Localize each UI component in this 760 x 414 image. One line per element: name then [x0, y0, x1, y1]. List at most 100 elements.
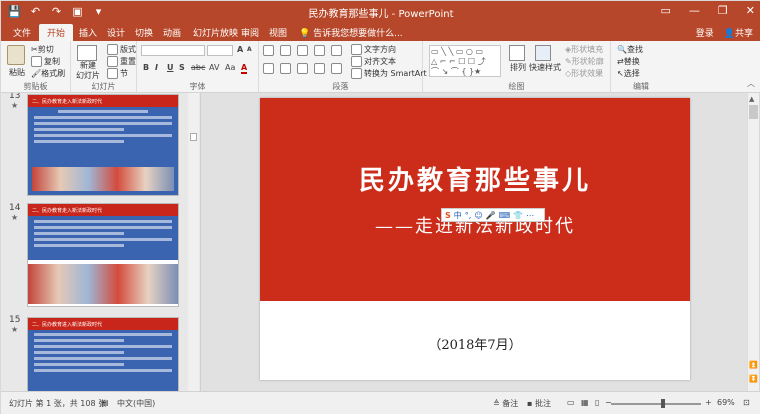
zoom-slider-knob[interactable] — [661, 399, 665, 408]
zoom-level[interactable]: 69% — [717, 398, 735, 407]
font-color-button[interactable]: A — [241, 63, 248, 74]
arrange-icon[interactable] — [509, 45, 525, 61]
shape-outline-button[interactable]: ✎形状轮廓 — [565, 56, 604, 67]
thumb-header: 二、民办教育进入新法新政时代 — [28, 318, 178, 330]
arrange-label[interactable]: 排列 — [507, 63, 529, 73]
thumbnails-scroll-thumb[interactable] — [190, 133, 197, 141]
comments-button[interactable]: ▪ 批注 — [527, 398, 551, 409]
prev-slide-icon[interactable]: ⏫ — [749, 361, 758, 369]
paste-label[interactable]: 粘贴 — [5, 68, 29, 78]
slide-thumbnail-15[interactable]: 二、民办教育进入新法新政时代 — [27, 317, 179, 391]
paste-icon[interactable] — [7, 45, 25, 65]
ime-keyboard-icon[interactable]: ⌨ — [499, 211, 511, 220]
tab-transitions[interactable]: 切换 — [135, 26, 153, 39]
normal-view-icon[interactable]: ▭ — [567, 398, 575, 407]
layout-button[interactable]: 版式 — [107, 44, 136, 55]
slide-sorter-icon[interactable]: ▦ — [581, 398, 589, 407]
spellcheck-icon[interactable]: ▤ — [101, 398, 109, 407]
tab-file[interactable]: 文件 — [13, 26, 31, 39]
font-size-combo[interactable] — [207, 45, 233, 56]
ime-more-icon[interactable]: ⋯ — [526, 211, 534, 220]
select-button[interactable]: ↖选择 — [617, 68, 640, 79]
align-left-icon[interactable] — [263, 63, 274, 74]
copy-button[interactable]: 复制 — [31, 56, 60, 67]
ime-toolbar[interactable]: S 中 °, ☺ 🎤 ⌨ 👕 ⋯ — [441, 208, 545, 222]
shapes-gallery[interactable]: ▭ ╲ ╲ ▭ ○ ▭ △ ⌐ ⌐ ☐ ☐ ⤴ ⌒ ↘ ⌒ { }★ — [429, 45, 501, 77]
new-slide-label[interactable]: 新建 幻灯片 — [73, 61, 103, 81]
tab-animations[interactable]: 动画 — [163, 26, 181, 39]
ime-skin-icon[interactable]: 👕 — [513, 211, 523, 220]
find-button[interactable]: 🔍查找 — [617, 44, 643, 55]
tab-view[interactable]: 视图 — [269, 26, 287, 39]
columns-icon[interactable] — [331, 63, 342, 74]
scroll-up-icon[interactable]: ▲ — [749, 95, 754, 103]
quick-styles-label[interactable]: 快速样式 — [527, 63, 563, 73]
restore-icon[interactable]: ❐ — [718, 4, 728, 17]
shape-fill-button[interactable]: ◈形状填充 — [565, 44, 603, 55]
smartart-button[interactable]: 转换为 SmartArt — [351, 68, 427, 79]
slide-thumbnail-13[interactable]: 二、民办教育走入新法新政时代 — [27, 94, 179, 196]
next-slide-icon[interactable]: ⏬ — [749, 375, 758, 383]
font-name-combo[interactable] — [141, 45, 205, 56]
cut-button[interactable]: ✂剪切 — [31, 44, 54, 55]
quick-styles-icon[interactable] — [535, 45, 551, 61]
reading-view-icon[interactable]: ▯ — [595, 398, 599, 407]
align-center-icon[interactable] — [280, 63, 291, 74]
replace-button[interactable]: ⇄替换 — [617, 56, 640, 67]
close-icon[interactable]: ✕ — [746, 4, 755, 17]
ribbon-options-icon[interactable]: ▭ — [661, 4, 671, 17]
increase-indent-icon[interactable] — [314, 45, 325, 56]
slide-date[interactable]: （2018年7月） — [260, 334, 690, 353]
tab-home[interactable]: 开始 — [39, 24, 74, 41]
share-button[interactable]: 👤共享 — [724, 26, 753, 39]
current-slide[interactable]: 民办教育那些事儿 ——走进新法新政时代 （2018年7月） — [260, 98, 690, 380]
notes-button[interactable]: ≜ 备注 — [493, 398, 518, 409]
format-painter-button[interactable]: 🖌格式刷 — [31, 68, 65, 79]
tell-me-box[interactable]: 💡 告诉我您想要做什么... — [299, 26, 403, 39]
slide-title[interactable]: 民办教育那些事儿 — [260, 160, 690, 197]
minimize-icon[interactable]: — — [689, 4, 700, 17]
shadow-button[interactable]: S — [179, 63, 185, 72]
editor-scrollbar[interactable]: ▲ ⏫ ⏬ — [747, 93, 759, 391]
thumb-text-block — [28, 216, 178, 260]
thumbnails-scrollbar[interactable] — [188, 93, 199, 391]
text-direction-button[interactable]: 文字方向 — [351, 44, 396, 55]
grow-font-icon[interactable]: A — [237, 45, 243, 54]
ime-chinese-mode[interactable]: 中 — [454, 210, 462, 221]
decrease-indent-icon[interactable] — [297, 45, 308, 56]
shape-effects-button[interactable]: ◇形状效果 — [565, 68, 603, 79]
tab-slideshow[interactable]: 幻灯片放映 — [193, 26, 238, 39]
editor-scroll-thumb[interactable] — [749, 105, 758, 119]
language-indicator[interactable]: 中文(中国) — [117, 398, 155, 409]
tab-design[interactable]: 设计 — [107, 26, 125, 39]
ime-punct-mode[interactable]: °, — [465, 211, 472, 220]
login-link[interactable]: 登录 — [696, 26, 714, 39]
zoom-in-icon[interactable]: + — [705, 398, 712, 407]
section-button[interactable]: 节 — [107, 68, 128, 79]
line-spacing-icon[interactable] — [331, 45, 342, 56]
ime-mic-icon[interactable]: 🎤 — [486, 211, 496, 220]
collapse-ribbon-icon[interactable]: ︿ — [747, 78, 755, 89]
tab-insert[interactable]: 插入 — [79, 26, 97, 39]
reset-button[interactable]: 重置 — [107, 56, 136, 67]
slide-thumbnail-14[interactable]: 二、民办教育走入新法新政时代 — [27, 203, 179, 307]
align-right-icon[interactable] — [297, 63, 308, 74]
tab-review[interactable]: 审阅 — [241, 26, 259, 39]
justify-icon[interactable] — [314, 63, 325, 74]
editing-group-label: 编辑 — [633, 82, 649, 91]
new-slide-icon[interactable] — [77, 45, 97, 61]
numbering-icon[interactable] — [280, 45, 291, 56]
change-case-button[interactable]: Aa — [225, 63, 235, 72]
fit-to-window-icon[interactable]: ⊡ — [743, 398, 750, 407]
ime-emoji-icon[interactable]: ☺ — [474, 211, 482, 220]
bold-button[interactable]: B — [143, 63, 149, 72]
underline-button[interactable]: U — [167, 63, 174, 72]
strikethrough-button[interactable]: abc — [191, 63, 205, 72]
bullets-icon[interactable] — [263, 45, 274, 56]
char-spacing-button[interactable]: AV — [209, 63, 219, 72]
paragraph-group: 文字方向 对齐文本 转换为 SmartArt 段落 — [259, 41, 427, 93]
zoom-slider[interactable] — [611, 403, 701, 405]
italic-button[interactable]: I — [155, 63, 158, 72]
align-text-button[interactable]: 对齐文本 — [351, 56, 396, 67]
shrink-font-icon[interactable]: A — [247, 46, 252, 53]
